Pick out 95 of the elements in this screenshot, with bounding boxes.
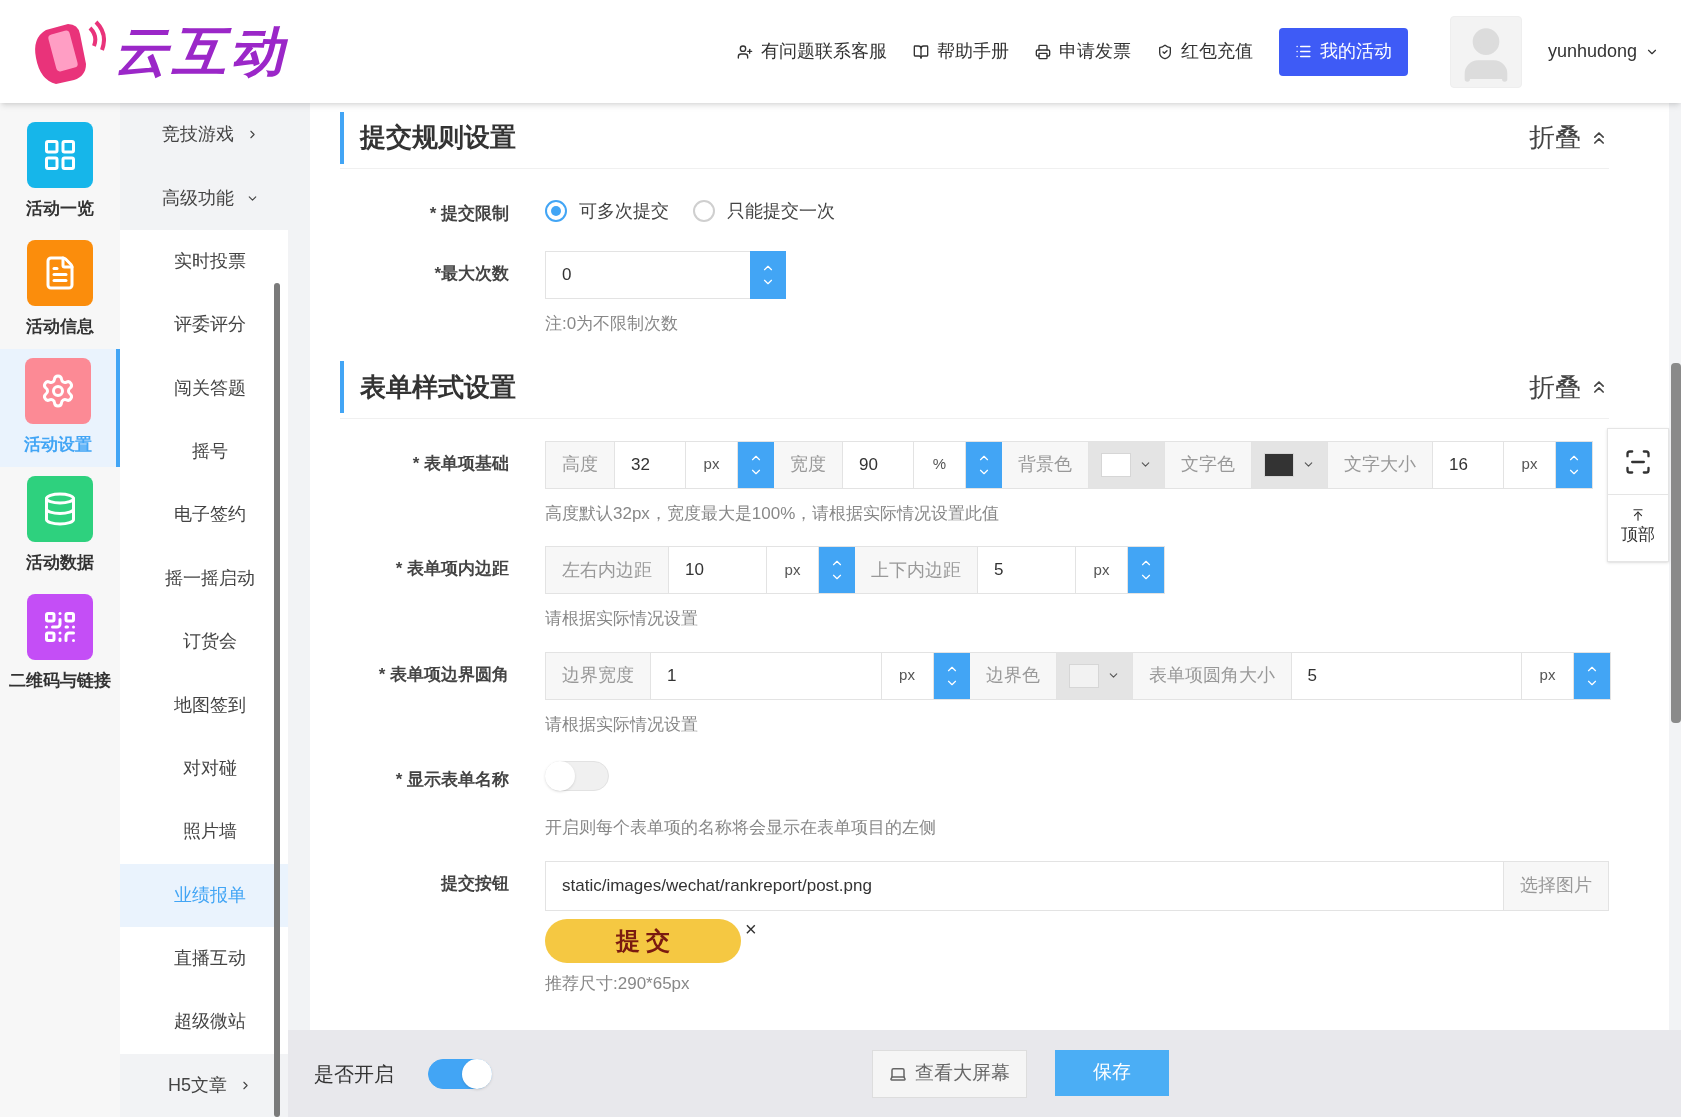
sidebar-item[interactable]: 二维码与链接 [0, 585, 120, 703]
color-picker[interactable] [1056, 652, 1133, 699]
input-addon: 宽度 [774, 441, 843, 488]
field-label: 提交按钮 [439, 872, 510, 895]
header-link[interactable]: 帮助手册 [912, 38, 1009, 65]
field-label: * 显示表单名称 [394, 769, 510, 791]
field-label: * 表单项内边距 [394, 558, 510, 580]
menu-group[interactable]: 竞技游戏 [120, 103, 288, 167]
input-addon: 背景色 [1002, 441, 1089, 488]
number-spinner[interactable] [933, 652, 970, 699]
field-note: 开启则每个表单项的名称将会显示在表单项目的左侧 [545, 817, 936, 839]
number-field[interactable]: 10 [669, 547, 767, 593]
menu-group[interactable]: H5文章 [120, 1053, 288, 1117]
color-picker[interactable] [1252, 441, 1328, 488]
input-addon: 文字色 [1165, 441, 1252, 488]
avatar[interactable] [1449, 15, 1522, 88]
section-title: 提交规则设置 [340, 111, 516, 164]
collapse-button[interactable]: 折叠 [1529, 367, 1609, 407]
number-field[interactable]: 5 [1291, 652, 1522, 699]
scrollbar[interactable] [274, 283, 280, 1117]
radio-button[interactable] [545, 200, 567, 222]
number-spinner[interactable] [750, 251, 786, 299]
submenu-item[interactable]: 地图签到 [120, 673, 288, 737]
remove-button[interactable]: × [745, 918, 757, 939]
book-icon [912, 43, 929, 60]
sidebar-item[interactable]: 活动一览 [0, 113, 120, 231]
submenu-item[interactable]: 摇号 [120, 419, 288, 484]
database-icon [42, 491, 78, 528]
logo-text: 云互动 [114, 20, 288, 83]
scrollbar[interactable] [1671, 363, 1681, 723]
input-addon: 表单项圆角大小 [1132, 652, 1292, 699]
user-menu[interactable]: yunhudong [1547, 38, 1659, 65]
field-note: 请根据实际情况设置 [545, 608, 699, 630]
submenu-item[interactable]: 电子签约 [120, 483, 288, 547]
submenu-item[interactable]: 超级微站 [120, 990, 288, 1054]
number-spinner[interactable] [1128, 547, 1164, 593]
my-activities-button[interactable]: 我的活动 [1278, 27, 1408, 76]
view-big-screen-button[interactable]: 查看大屏幕 [872, 1049, 1027, 1098]
radio-label: 可多次提交 [579, 199, 669, 223]
field-label: * 表单项基础 [411, 452, 510, 475]
number-field[interactable]: 1 [651, 652, 882, 699]
input-addon: 边界宽度 [546, 652, 651, 699]
submenu-item[interactable]: 闯关答题 [120, 356, 288, 420]
radio-button[interactable] [693, 200, 715, 222]
collapse-button[interactable]: 折叠 [1529, 118, 1609, 157]
list-icon [1294, 43, 1312, 60]
radio-label: 只能提交一次 [727, 199, 835, 223]
field-note: 推荐尺寸:290*65px [545, 972, 691, 995]
field-note: 高度默认32px，宽度最大是100%，请根据实际情况设置此值 [545, 502, 1001, 525]
field-label: * 表单项边界圆角 [377, 663, 510, 686]
header-link[interactable]: 有问题联系客服 [736, 38, 887, 65]
submenu-item[interactable]: 实时投票 [120, 229, 288, 294]
input-addon: 上下内边距 [855, 547, 978, 593]
printer-icon [1034, 43, 1051, 60]
toggle-switch[interactable] [428, 1058, 492, 1089]
number-field[interactable]: 16 [1433, 441, 1504, 488]
sidebar-item[interactable]: 活动数据 [0, 467, 120, 585]
input-addon: 高度 [546, 441, 615, 488]
field-note: 注:0为不限制次数 [545, 313, 680, 335]
submenu-item[interactable]: 对对碰 [120, 736, 288, 801]
input-addon: 左右内边距 [546, 547, 669, 593]
number-field[interactable]: 5 [978, 547, 1076, 593]
number-spinner[interactable] [738, 441, 774, 488]
sidebar-item[interactable]: 活动信息 [0, 231, 120, 349]
number-spinner[interactable] [1556, 441, 1592, 488]
submenu-item[interactable]: 直播互动 [120, 926, 288, 991]
number-spinner[interactable] [966, 441, 1002, 488]
field-note: 请根据实际情况设置 [545, 713, 699, 736]
scan-icon [1624, 447, 1652, 476]
submenu-item[interactable]: 摇一摇启动 [120, 546, 288, 610]
submenu-item[interactable]: 订货会 [120, 610, 288, 674]
submit-button-preview: 提 交 [545, 918, 741, 963]
number-field[interactable]: 0 [545, 251, 750, 299]
input-addon: 文字大小 [1328, 441, 1433, 488]
field-label: * 提交限制 [428, 203, 510, 225]
image-path-field[interactable]: static/images/wechat/rankreport/post.png [545, 860, 1504, 911]
submenu-item[interactable]: 照片墙 [120, 800, 288, 864]
header-link[interactable]: 红包充值 [1156, 38, 1253, 65]
number-spinner[interactable] [1574, 652, 1610, 699]
enable-label: 是否开启 [314, 1061, 394, 1087]
menu-group[interactable]: 高级功能 [120, 166, 288, 230]
color-picker[interactable] [1089, 441, 1165, 488]
submenu-item[interactable]: 评委评分 [120, 293, 288, 357]
field-label: *最大次数 [433, 263, 510, 285]
shield-check-icon [1156, 43, 1173, 60]
settings-icon [40, 373, 76, 410]
number-spinner[interactable] [819, 547, 855, 593]
input-addon: 边界色 [969, 652, 1057, 699]
number-field[interactable]: 90 [843, 441, 914, 488]
unit-label: px [881, 652, 934, 699]
header-link[interactable]: 申请发票 [1034, 38, 1131, 65]
section-title: 表单样式设置 [340, 361, 516, 413]
user-plus-icon [736, 43, 753, 60]
number-field[interactable]: 32 [615, 441, 686, 488]
arrow-up-icon [1631, 508, 1645, 523]
